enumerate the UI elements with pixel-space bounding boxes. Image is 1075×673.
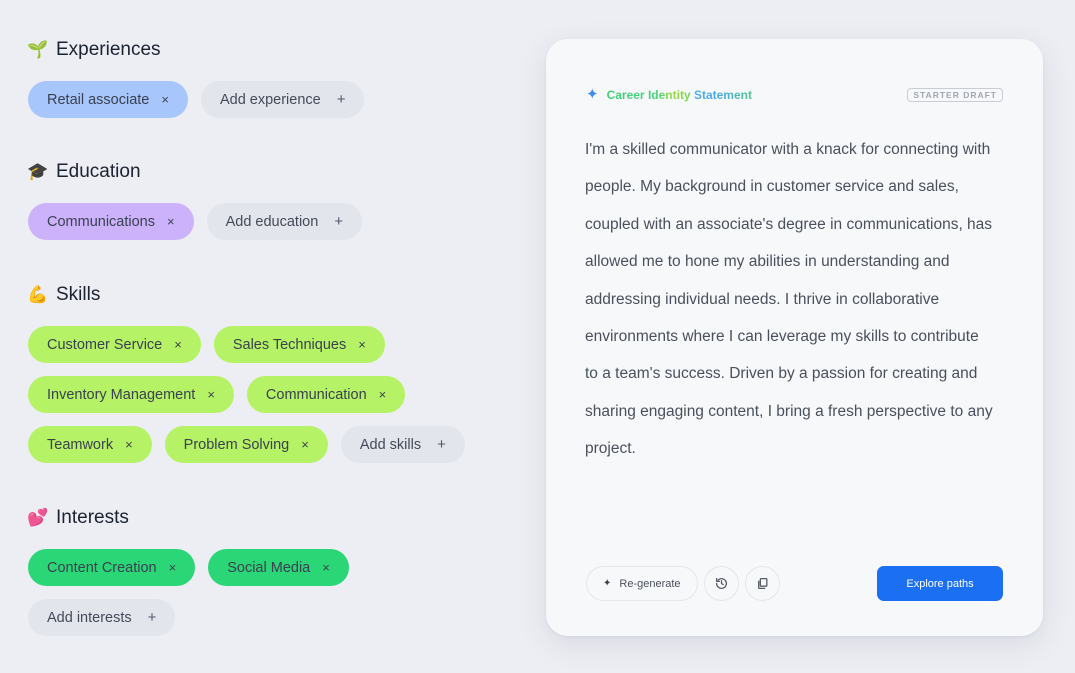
experiences-chips: Retail associate × Add experience + xyxy=(28,81,498,118)
plus-icon: + xyxy=(336,91,346,108)
remove-icon[interactable]: × xyxy=(167,214,175,229)
remove-icon[interactable]: × xyxy=(379,387,387,402)
remove-icon[interactable]: × xyxy=(322,560,330,575)
career-statement-text: I'm a skilled communicator with a knack … xyxy=(585,141,993,458)
remove-icon[interactable]: × xyxy=(125,437,133,452)
chip-label: Communications xyxy=(47,213,155,230)
chip-label: Problem Solving xyxy=(183,436,290,453)
education-chips: Communications × Add education + xyxy=(28,203,498,240)
experiences-section: 🌱 Experiences Retail associate × Add exp… xyxy=(27,38,498,118)
chip-label: Communication xyxy=(265,386,367,403)
interest-chip[interactable]: Content Creation × xyxy=(28,549,196,586)
chip-label: Inventory Management xyxy=(47,386,196,403)
remove-icon[interactable]: × xyxy=(207,387,215,402)
skills-section: 💪 Skills Customer Service × Sales Techni… xyxy=(27,283,498,463)
experience-chip[interactable]: Retail associate × xyxy=(28,81,188,118)
skills-heading: 💪 Skills xyxy=(27,283,498,307)
skill-chip[interactable]: Problem Solving × xyxy=(164,426,328,463)
chip-label: Social Media xyxy=(227,559,311,576)
plus-icon: + xyxy=(334,213,344,230)
remove-icon[interactable]: × xyxy=(174,337,182,352)
regenerate-label: Re-generate xyxy=(619,577,681,590)
add-label: Add skills xyxy=(359,436,422,453)
copy-button[interactable] xyxy=(744,566,780,601)
education-chip[interactable]: Communications × xyxy=(28,203,194,240)
education-heading: 🎓 Education xyxy=(27,160,498,184)
interests-section: 💕 Interests Content Creation × Social Me… xyxy=(27,506,388,636)
graduation-cap-icon: 🎓 xyxy=(27,162,49,181)
chip-label: Retail associate xyxy=(47,91,150,108)
remove-icon[interactable]: × xyxy=(169,560,177,575)
seedling-icon: 🌱 xyxy=(27,40,49,59)
education-title: Education xyxy=(56,161,141,182)
chip-label: Content Creation xyxy=(47,559,157,576)
interests-heading: 💕 Interests xyxy=(27,506,388,530)
sparkle-icon: ✦ xyxy=(603,578,612,589)
regenerate-button[interactable]: ✦ Re-generate xyxy=(586,566,698,601)
starter-draft-badge: STARTER DRAFT xyxy=(907,87,1003,102)
chip-label: Customer Service xyxy=(47,336,163,353)
two-hearts-icon: 💕 xyxy=(27,508,49,527)
plus-icon: + xyxy=(437,436,446,453)
add-experience-button[interactable]: Add experience + xyxy=(200,81,365,118)
card-title-text: Career Identity Statement xyxy=(606,87,752,102)
add-label: Add education xyxy=(225,213,319,230)
skill-chip[interactable]: Customer Service × xyxy=(28,326,201,363)
flexed-biceps-icon: 💪 xyxy=(27,285,49,304)
add-label: Add experience xyxy=(219,91,321,108)
card-actions: ✦ Re-generate Explore paths xyxy=(586,566,1003,601)
history-button[interactable] xyxy=(703,566,739,601)
chip-label: Teamwork xyxy=(47,436,114,453)
add-interests-button[interactable]: Add interests + xyxy=(28,599,176,636)
sparkle-icon: ✦ xyxy=(586,86,599,103)
card-header: ✦ Career Identity Statement STARTER DRAF… xyxy=(586,87,1003,102)
skill-chip[interactable]: Sales Techniques × xyxy=(213,326,385,363)
card-title: ✦ Career Identity Statement xyxy=(586,87,752,102)
chip-label: Sales Techniques xyxy=(232,336,347,353)
skill-chip[interactable]: Teamwork × xyxy=(28,426,152,463)
remove-icon[interactable]: × xyxy=(301,437,309,452)
interests-chips: Content Creation × Social Media × Add in… xyxy=(28,549,388,636)
explore-paths-button[interactable]: Explore paths xyxy=(877,566,1003,601)
skill-chip[interactable]: Inventory Management × xyxy=(28,376,234,413)
career-identity-card: ✦ Career Identity Statement STARTER DRAF… xyxy=(546,39,1043,636)
add-label: Add interests xyxy=(47,609,132,626)
plus-icon: + xyxy=(147,609,157,626)
education-section: 🎓 Education Communications × Add educati… xyxy=(27,160,498,240)
add-education-button[interactable]: Add education + xyxy=(206,203,363,240)
interests-title: Interests xyxy=(56,507,129,528)
experiences-title: Experiences xyxy=(56,39,161,60)
add-skills-button[interactable]: Add skills + xyxy=(340,426,465,463)
history-icon xyxy=(715,577,727,589)
remove-icon[interactable]: × xyxy=(358,337,366,352)
skill-chip[interactable]: Communication × xyxy=(246,376,406,413)
interest-chip[interactable]: Social Media × xyxy=(208,549,349,586)
skills-title: Skills xyxy=(56,284,101,305)
skills-chips: Customer Service × Sales Techniques × In… xyxy=(28,326,498,463)
remove-icon[interactable]: × xyxy=(161,92,169,107)
copy-icon xyxy=(757,577,768,590)
experiences-heading: 🌱 Experiences xyxy=(27,38,498,62)
